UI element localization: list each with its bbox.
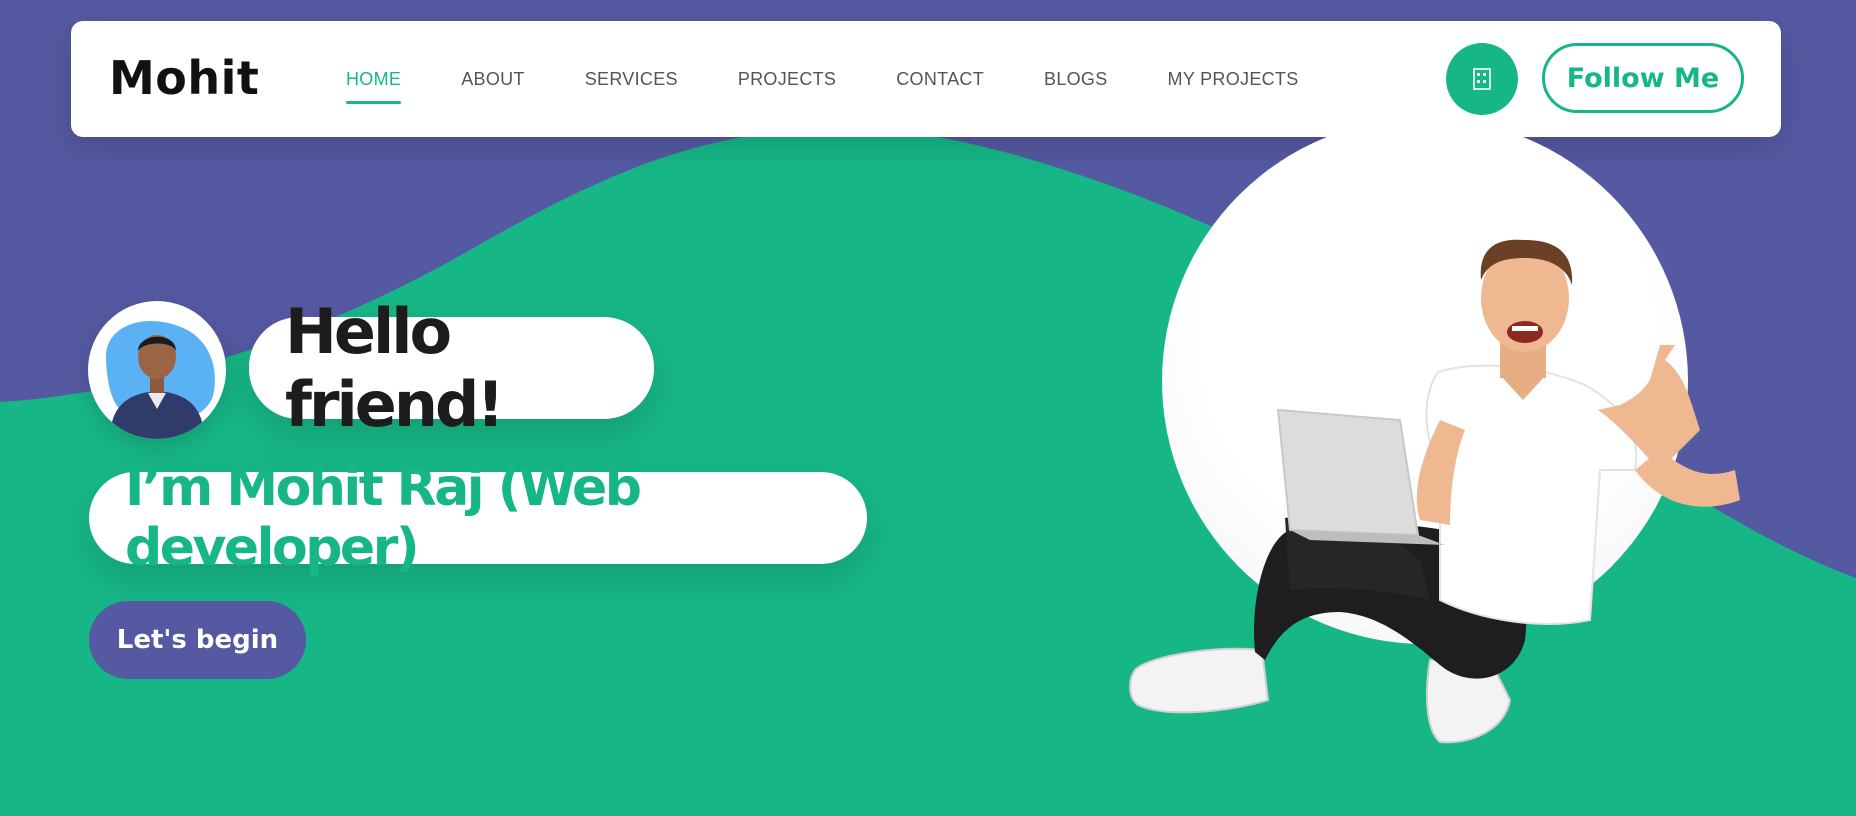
hero-person-image <box>1129 239 1740 744</box>
